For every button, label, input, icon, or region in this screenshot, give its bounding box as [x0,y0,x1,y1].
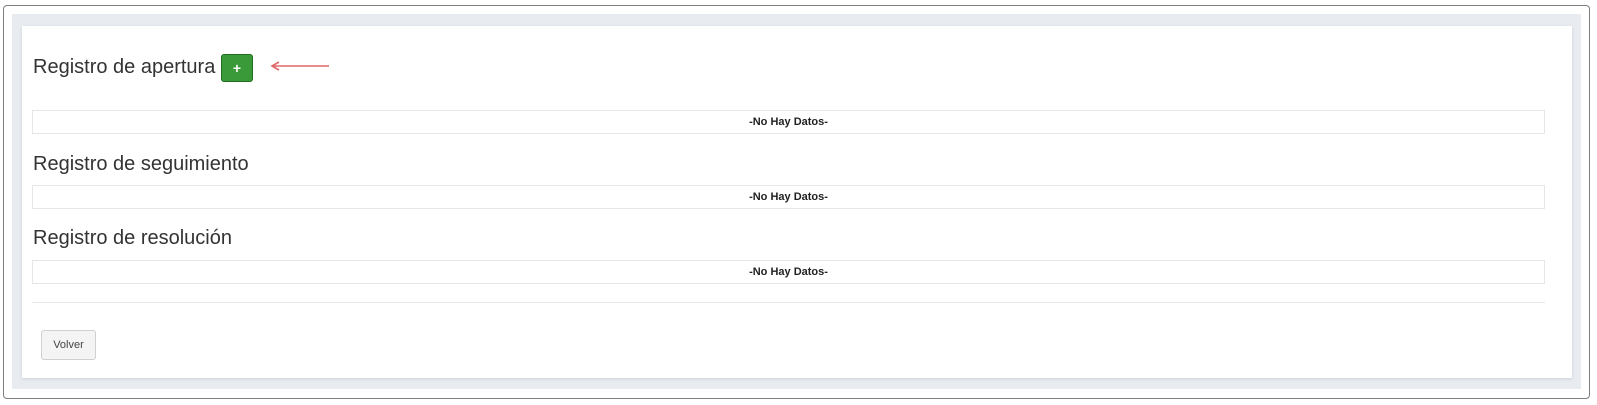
resolucion-empty-row: -No Hay Datos- [32,260,1545,284]
section-title-seguimiento: Registro de seguimiento [33,153,249,175]
add-apertura-button[interactable]: + [221,54,253,82]
back-button[interactable]: Volver [41,330,96,360]
plus-icon: + [232,60,242,76]
section-title-resolucion: Registro de resolución [33,227,232,249]
arrow-left-icon [270,61,329,71]
section-title-apertura: Registro de apertura [33,56,216,78]
apertura-empty-row: -No Hay Datos- [32,110,1545,134]
outer-frame: Registro de apertura + -No Hay Datos- Re… [3,5,1590,399]
seguimiento-empty-row: -No Hay Datos- [32,185,1545,209]
divider [32,302,1545,303]
records-card: Registro de apertura + -No Hay Datos- Re… [22,26,1572,378]
